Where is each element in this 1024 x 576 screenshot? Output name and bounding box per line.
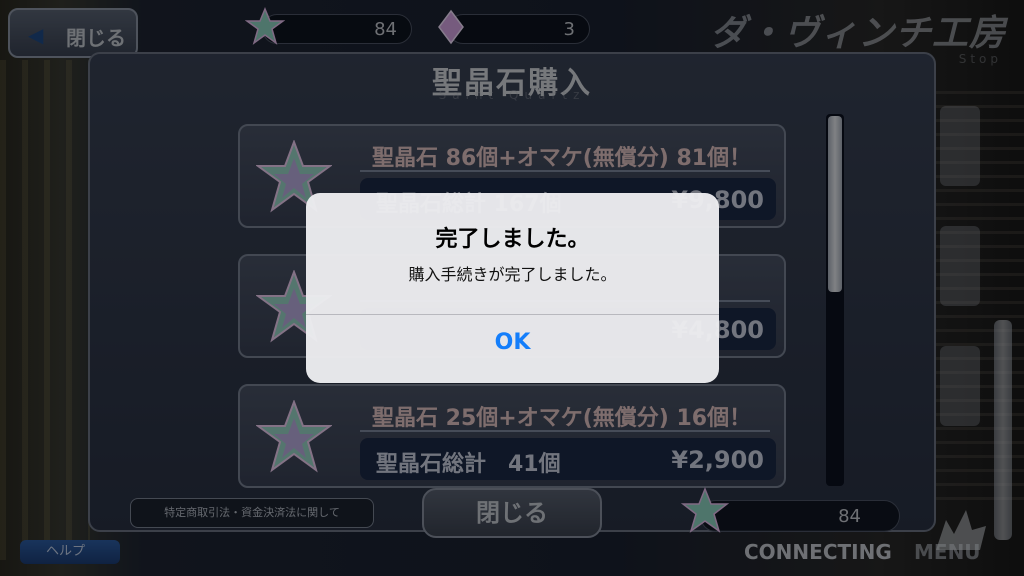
alert-message: 購入手続きが完了しました。: [408, 265, 617, 284]
game-scene: ◀ 閉じる 84 3 ダ・ヴィンチ工房 Stop 聖晶石購入 Saint Qua…: [0, 0, 1024, 576]
ok-button[interactable]: OK: [306, 315, 719, 383]
alert-title: 完了しました。: [435, 227, 590, 252]
completion-alert: 完了しました。 購入手続きが完了しました。 OK: [306, 193, 719, 383]
